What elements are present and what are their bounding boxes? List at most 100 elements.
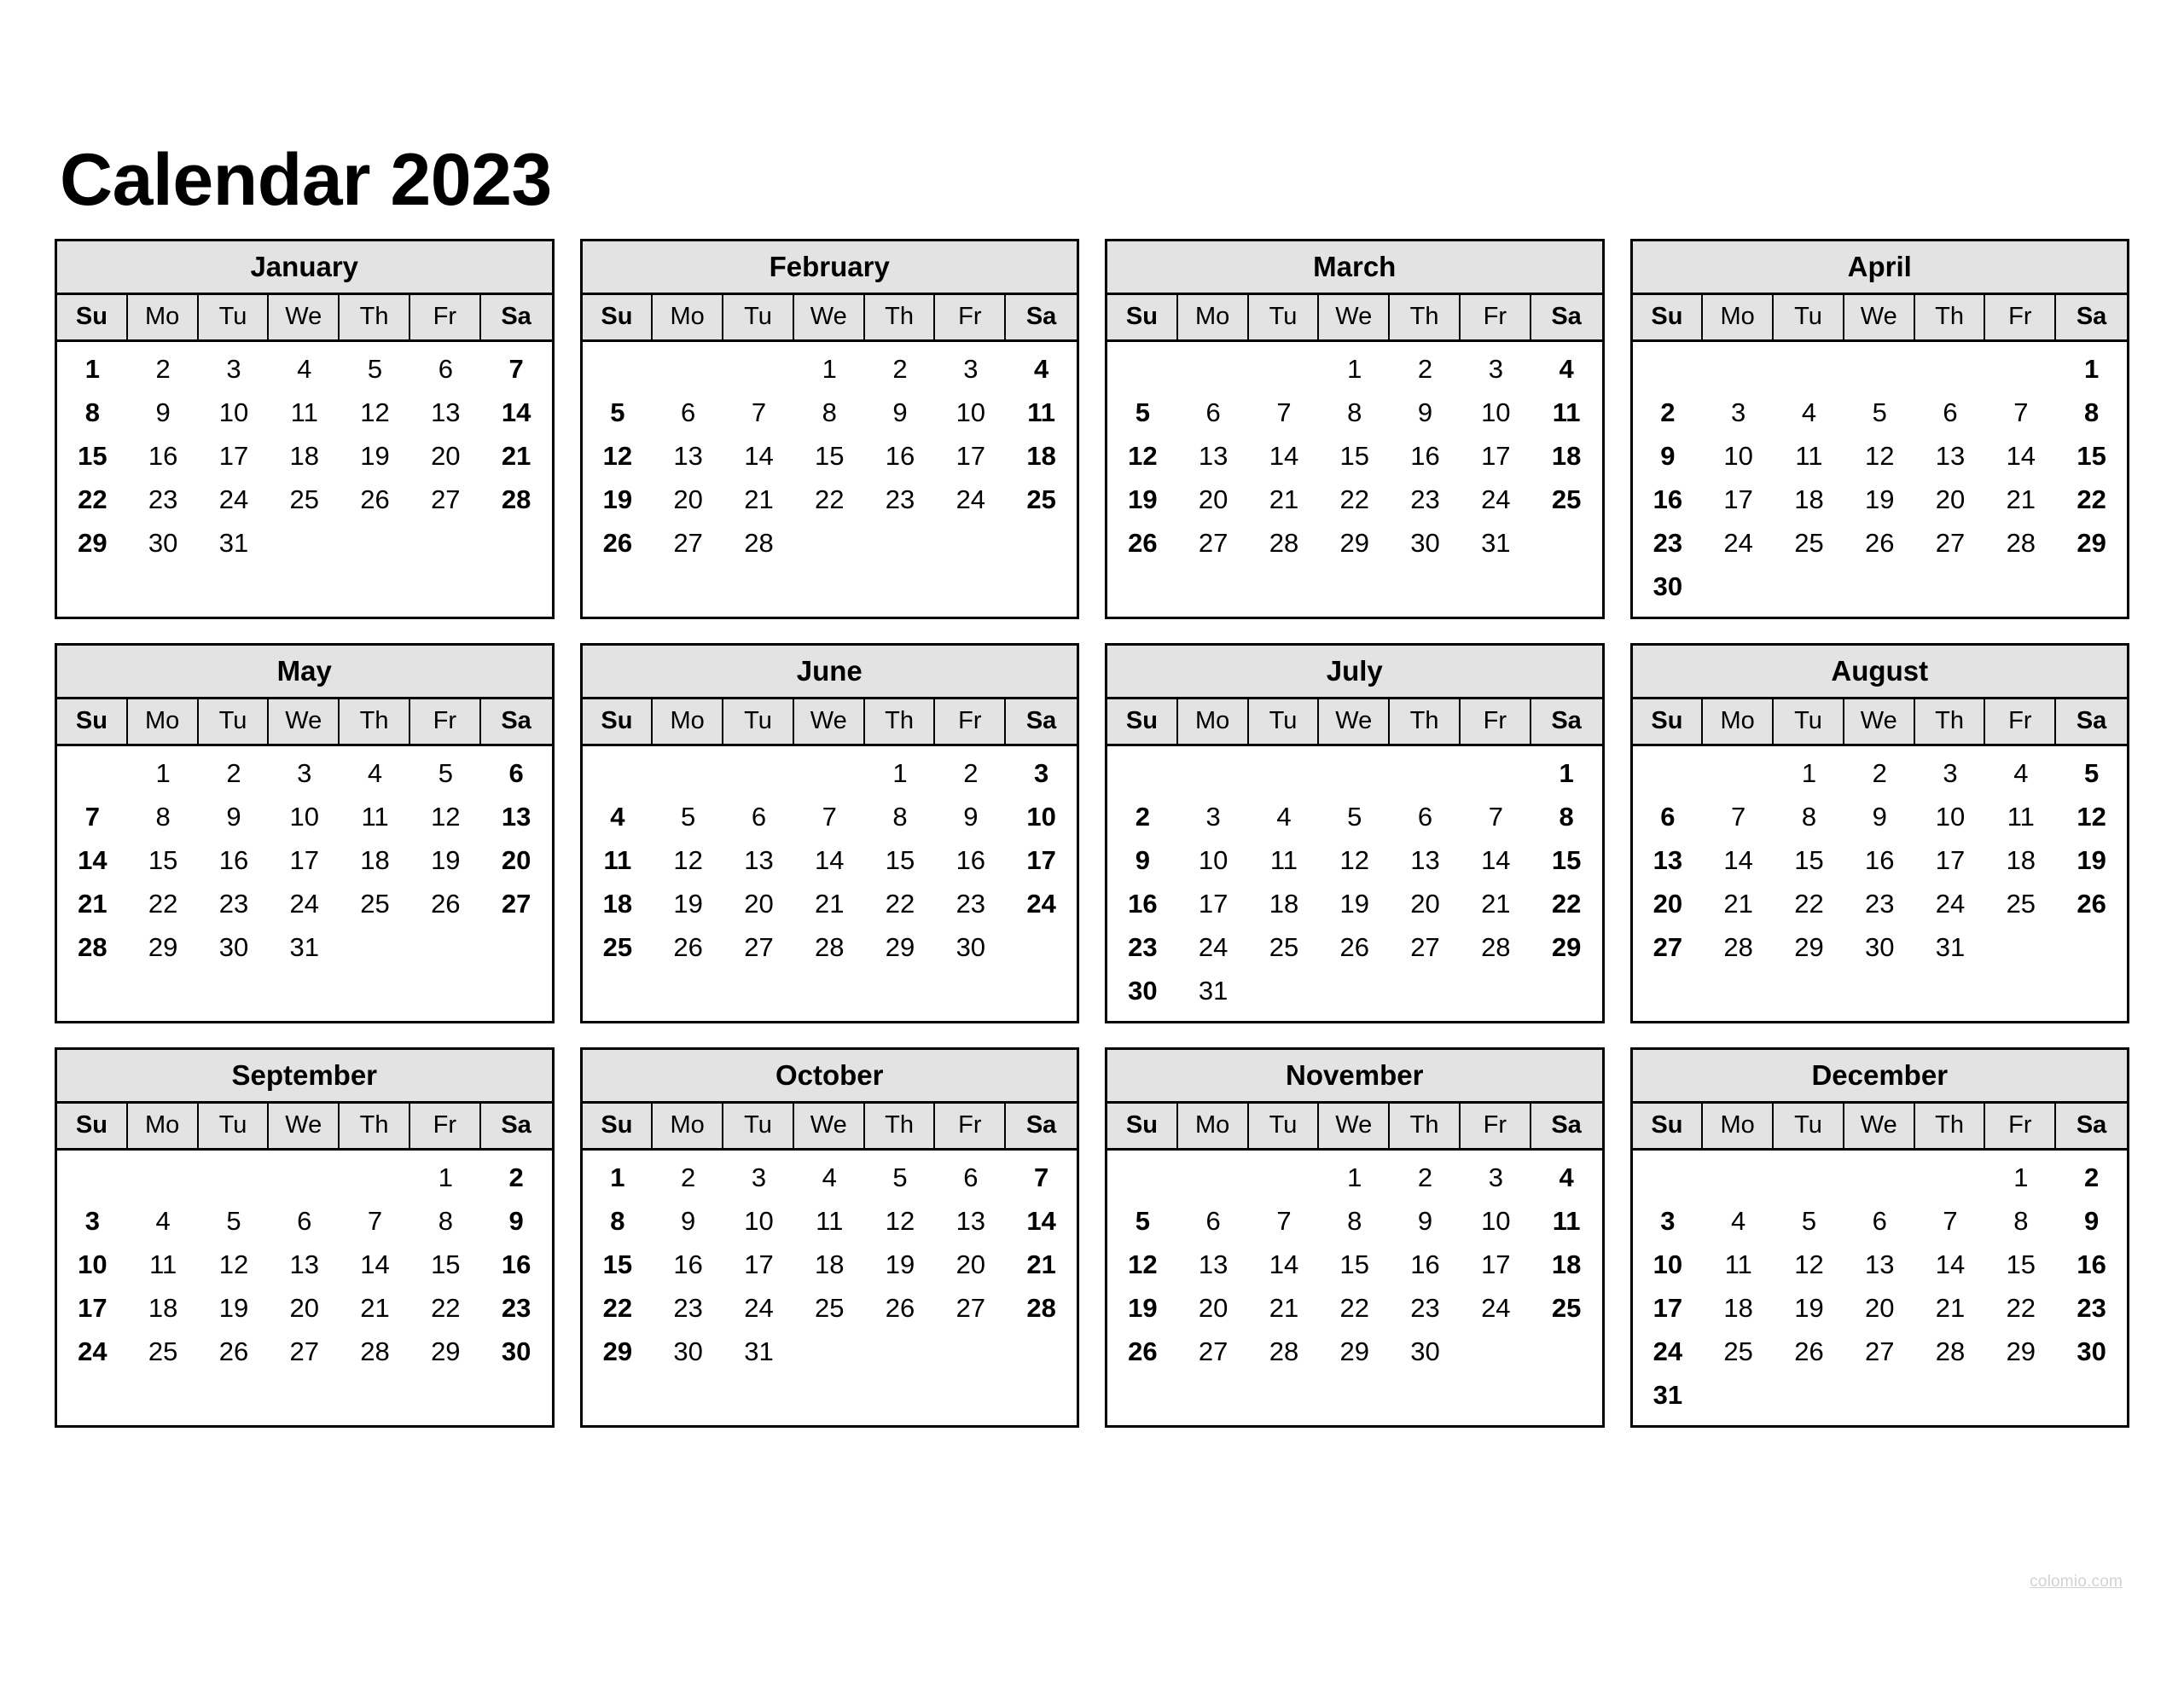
day-cell[interactable]: 17	[1703, 478, 1774, 521]
day-cell[interactable]: 2	[1633, 391, 1704, 434]
day-cell[interactable]: 20	[1844, 1286, 1915, 1330]
day-cell[interactable]: 10	[1461, 1199, 1531, 1243]
day-cell[interactable]: 22	[583, 1286, 653, 1330]
day-cell[interactable]: 24	[723, 1286, 794, 1330]
day-cell[interactable]: 13	[269, 1243, 340, 1286]
day-cell[interactable]: 25	[1531, 1286, 1602, 1330]
day-cell[interactable]: 15	[1531, 838, 1602, 882]
day-cell[interactable]: 14	[1985, 434, 2056, 478]
day-cell[interactable]: 25	[794, 1286, 865, 1330]
day-cell[interactable]: 27	[1844, 1330, 1915, 1373]
day-cell[interactable]: 8	[57, 391, 128, 434]
day-cell[interactable]: 30	[653, 1330, 723, 1373]
day-cell[interactable]: 12	[199, 1243, 270, 1286]
day-cell[interactable]: 7	[1985, 391, 2056, 434]
day-cell[interactable]: 13	[410, 391, 481, 434]
day-cell[interactable]: 30	[199, 925, 270, 969]
day-cell[interactable]: 30	[935, 925, 1006, 969]
day-cell[interactable]: 20	[935, 1243, 1006, 1286]
day-cell[interactable]: 31	[1633, 1373, 1704, 1417]
day-cell[interactable]: 29	[1985, 1330, 2056, 1373]
day-cell[interactable]: 20	[1178, 478, 1249, 521]
day-cell[interactable]: 9	[865, 391, 936, 434]
day-cell[interactable]: 14	[1915, 1243, 1986, 1286]
day-cell[interactable]: 15	[1774, 838, 1844, 882]
day-cell[interactable]: 23	[1107, 925, 1178, 969]
day-cell[interactable]: 25	[1006, 478, 1077, 521]
day-cell[interactable]: 16	[1633, 478, 1704, 521]
day-cell[interactable]: 17	[1633, 1286, 1704, 1330]
day-cell[interactable]: 14	[794, 838, 865, 882]
day-cell[interactable]: 10	[269, 795, 340, 838]
day-cell[interactable]: 10	[1633, 1243, 1704, 1286]
day-cell[interactable]: 6	[653, 391, 723, 434]
day-cell[interactable]: 16	[1390, 1243, 1461, 1286]
day-cell[interactable]: 12	[653, 838, 723, 882]
day-cell[interactable]: 23	[935, 882, 1006, 925]
day-cell[interactable]: 15	[1319, 434, 1390, 478]
day-cell[interactable]: 25	[340, 882, 410, 925]
day-cell[interactable]: 10	[1461, 391, 1531, 434]
day-cell[interactable]: 23	[128, 478, 199, 521]
day-cell[interactable]: 6	[1633, 795, 1704, 838]
day-cell[interactable]: 25	[1249, 925, 1320, 969]
day-cell[interactable]: 6	[935, 1156, 1006, 1199]
day-cell[interactable]: 20	[1178, 1286, 1249, 1330]
day-cell[interactable]: 22	[1319, 478, 1390, 521]
day-cell[interactable]: 26	[1107, 1330, 1178, 1373]
day-cell[interactable]: 14	[723, 434, 794, 478]
day-cell[interactable]: 28	[1249, 1330, 1320, 1373]
day-cell[interactable]: 11	[340, 795, 410, 838]
day-cell[interactable]: 27	[1633, 925, 1704, 969]
day-cell[interactable]: 30	[1390, 1330, 1461, 1373]
day-cell[interactable]: 27	[1178, 1330, 1249, 1373]
day-cell[interactable]: 4	[1703, 1199, 1774, 1243]
day-cell[interactable]: 21	[1249, 478, 1320, 521]
day-cell[interactable]: 1	[1319, 347, 1390, 391]
day-cell[interactable]: 26	[1107, 521, 1178, 565]
day-cell[interactable]: 20	[1390, 882, 1461, 925]
day-cell[interactable]: 29	[1531, 925, 1602, 969]
day-cell[interactable]: 22	[794, 478, 865, 521]
day-cell[interactable]: 29	[410, 1330, 481, 1373]
day-cell[interactable]: 23	[1390, 1286, 1461, 1330]
day-cell[interactable]: 6	[269, 1199, 340, 1243]
day-cell[interactable]: 9	[481, 1199, 552, 1243]
day-cell[interactable]: 10	[1703, 434, 1774, 478]
day-cell[interactable]: 28	[340, 1330, 410, 1373]
day-cell[interactable]: 30	[1107, 969, 1178, 1012]
day-cell[interactable]: 20	[653, 478, 723, 521]
day-cell[interactable]: 29	[583, 1330, 653, 1373]
day-cell[interactable]: 29	[2056, 521, 2127, 565]
day-cell[interactable]: 15	[57, 434, 128, 478]
day-cell[interactable]: 27	[1390, 925, 1461, 969]
day-cell[interactable]: 1	[583, 1156, 653, 1199]
day-cell[interactable]: 9	[1107, 838, 1178, 882]
day-cell[interactable]: 12	[583, 434, 653, 478]
day-cell[interactable]: 21	[794, 882, 865, 925]
day-cell[interactable]: 3	[723, 1156, 794, 1199]
day-cell[interactable]: 21	[1985, 478, 2056, 521]
day-cell[interactable]: 30	[2056, 1330, 2127, 1373]
day-cell[interactable]: 2	[481, 1156, 552, 1199]
day-cell[interactable]: 28	[1249, 521, 1320, 565]
day-cell[interactable]: 1	[1774, 751, 1844, 795]
day-cell[interactable]: 21	[723, 478, 794, 521]
day-cell[interactable]: 3	[57, 1199, 128, 1243]
day-cell[interactable]: 10	[199, 391, 270, 434]
day-cell[interactable]: 21	[1461, 882, 1531, 925]
day-cell[interactable]: 13	[723, 838, 794, 882]
day-cell[interactable]: 10	[1006, 795, 1077, 838]
day-cell[interactable]: 12	[1107, 434, 1178, 478]
day-cell[interactable]: 4	[794, 1156, 865, 1199]
day-cell[interactable]: 10	[1178, 838, 1249, 882]
day-cell[interactable]: 16	[2056, 1243, 2127, 1286]
day-cell[interactable]: 22	[128, 882, 199, 925]
day-cell[interactable]: 7	[794, 795, 865, 838]
day-cell[interactable]: 4	[1531, 1156, 1602, 1199]
day-cell[interactable]: 4	[1531, 347, 1602, 391]
day-cell[interactable]: 2	[935, 751, 1006, 795]
day-cell[interactable]: 8	[1531, 795, 1602, 838]
day-cell[interactable]: 22	[410, 1286, 481, 1330]
day-cell[interactable]: 27	[481, 882, 552, 925]
